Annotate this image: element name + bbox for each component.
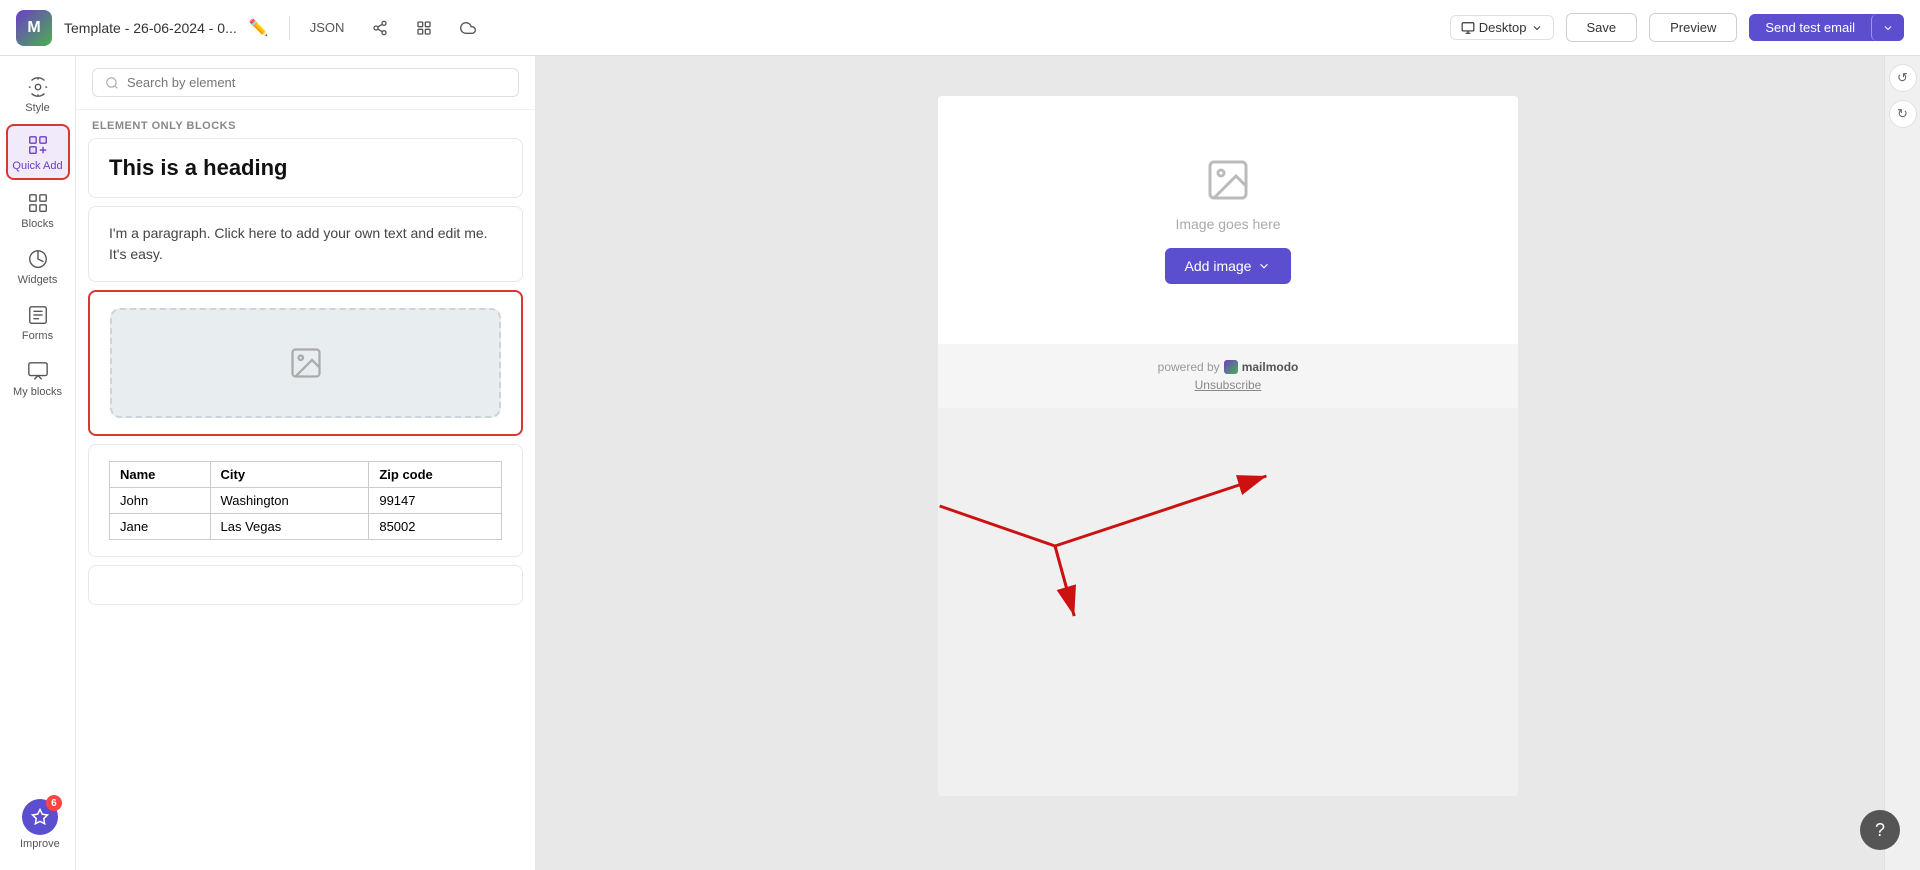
view-mode-label: Desktop — [1479, 20, 1527, 35]
powered-by-text: powered by mailmodo — [954, 360, 1502, 374]
sidebar-my-blocks-label: My blocks — [13, 386, 62, 398]
search-wrapper[interactable] — [92, 68, 519, 97]
section-label: ELEMENT ONLY BLOCKS — [76, 110, 535, 138]
sidebar-quick-add-label: Quick Add — [12, 160, 62, 172]
widgets-icon — [27, 248, 49, 270]
table-row: Jane Las Vegas 85002 — [110, 514, 502, 540]
sidebar-item-blocks[interactable]: Blocks — [6, 184, 70, 236]
block-extra[interactable] — [88, 565, 523, 605]
add-image-button[interactable]: Add image — [1165, 248, 1292, 284]
bottom-bar: 6 Improve — [20, 799, 60, 850]
block-heading[interactable]: This is a heading — [88, 138, 523, 198]
sidebar-style-label: Style — [25, 102, 49, 114]
table-col-zip: Zip code — [369, 462, 502, 488]
sidebar-item-my-blocks[interactable]: My blocks — [6, 352, 70, 404]
save-button[interactable]: Save — [1566, 13, 1638, 42]
canvas-image-icon — [1204, 156, 1252, 204]
redo-button[interactable]: ↻ — [1889, 100, 1917, 128]
blocks-list: This is a heading I'm a paragraph. Click… — [76, 138, 535, 617]
canvas-image-block: Image goes here Add image — [938, 96, 1518, 344]
topbar: M Template - 26-06-2024 - 0... ✏️ JSON D… — [0, 0, 1920, 56]
improve-icon — [31, 808, 49, 826]
block-table[interactable]: Name City Zip code John Washington 99147… — [88, 444, 523, 557]
sidebar-widgets-label: Widgets — [18, 274, 58, 286]
share-icon — [372, 20, 388, 36]
quick-add-icon — [27, 134, 49, 156]
sidebar-item-widgets[interactable]: Widgets — [6, 240, 70, 292]
divider — [289, 16, 290, 40]
monitor-icon — [1461, 21, 1475, 35]
table-preview: Name City Zip code John Washington 99147… — [109, 461, 502, 540]
table-row: John Washington 99147 — [110, 488, 502, 514]
image-placeholder-icon — [288, 345, 324, 381]
undo-button[interactable]: ↺ — [1889, 64, 1917, 92]
right-tools: ↺ ↻ — [1884, 56, 1920, 870]
cloud-button[interactable] — [452, 16, 484, 40]
mailmodo-dot — [1224, 360, 1238, 374]
version-history-button[interactable] — [408, 16, 440, 40]
improve-label: Improve — [20, 838, 60, 850]
help-button[interactable]: ? — [1860, 810, 1900, 850]
sidebar-item-forms[interactable]: Forms — [6, 296, 70, 348]
elements-panel: ELEMENT ONLY BLOCKS This is a heading I'… — [76, 56, 536, 870]
share-button[interactable] — [364, 16, 396, 40]
edit-icon[interactable]: ✏️ — [249, 18, 269, 38]
sidebar-blocks-label: Blocks — [21, 218, 53, 230]
block-paragraph[interactable]: I'm a paragraph. Click here to add your … — [88, 206, 523, 282]
canvas-area: Image goes here Add image powered by mai… — [536, 56, 1920, 870]
search-input[interactable] — [127, 75, 506, 90]
email-canvas: Image goes here Add image powered by mai… — [938, 96, 1518, 796]
paragraph-text: I'm a paragraph. Click here to add your … — [109, 223, 502, 265]
sidebar-forms-label: Forms — [22, 330, 53, 342]
table-col-city: City — [210, 462, 369, 488]
sidebar-item-quick-add[interactable]: Quick Add — [6, 124, 70, 180]
improve-badge: 6 — [22, 799, 58, 835]
chevron-down-icon — [1257, 259, 1271, 273]
image-preview — [110, 308, 501, 418]
view-mode-selector[interactable]: Desktop — [1450, 15, 1554, 40]
main-layout: Style Quick Add Blocks Widgets Forms My … — [0, 56, 1920, 870]
canvas-image-placeholder: Image goes here — [1175, 156, 1280, 232]
json-button[interactable]: JSON — [302, 16, 353, 39]
canvas-footer: powered by mailmodo Unsubscribe — [938, 344, 1518, 408]
chevron-down-icon — [1531, 22, 1543, 34]
history-icon — [416, 20, 432, 36]
search-icon — [105, 76, 119, 90]
send-dropdown-button[interactable] — [1871, 14, 1904, 41]
send-test-email-button[interactable]: Send test email — [1749, 14, 1871, 41]
sidebar-item-style[interactable]: Style — [6, 68, 70, 120]
cloud-icon — [460, 20, 476, 36]
logo: M — [16, 10, 52, 46]
table-col-name: Name — [110, 462, 211, 488]
style-icon — [27, 76, 49, 98]
heading-text: This is a heading — [109, 155, 502, 181]
improve-badge-count: 6 — [46, 795, 62, 811]
search-bar — [76, 56, 535, 110]
unsubscribe-link[interactable]: Unsubscribe — [954, 378, 1502, 392]
chevron-down-icon — [1882, 22, 1894, 34]
forms-icon — [27, 304, 49, 326]
template-name: Template - 26-06-2024 - 0... — [64, 20, 237, 36]
sidebar: Style Quick Add Blocks Widgets Forms My … — [0, 56, 76, 870]
mailmodo-logo: mailmodo — [1224, 360, 1299, 374]
image-placeholder-label: Image goes here — [1175, 216, 1280, 232]
block-image[interactable] — [88, 290, 523, 436]
preview-button[interactable]: Preview — [1649, 13, 1737, 42]
my-blocks-icon — [27, 360, 49, 382]
blocks-icon — [27, 192, 49, 214]
improve-button[interactable]: 6 Improve — [20, 799, 60, 850]
